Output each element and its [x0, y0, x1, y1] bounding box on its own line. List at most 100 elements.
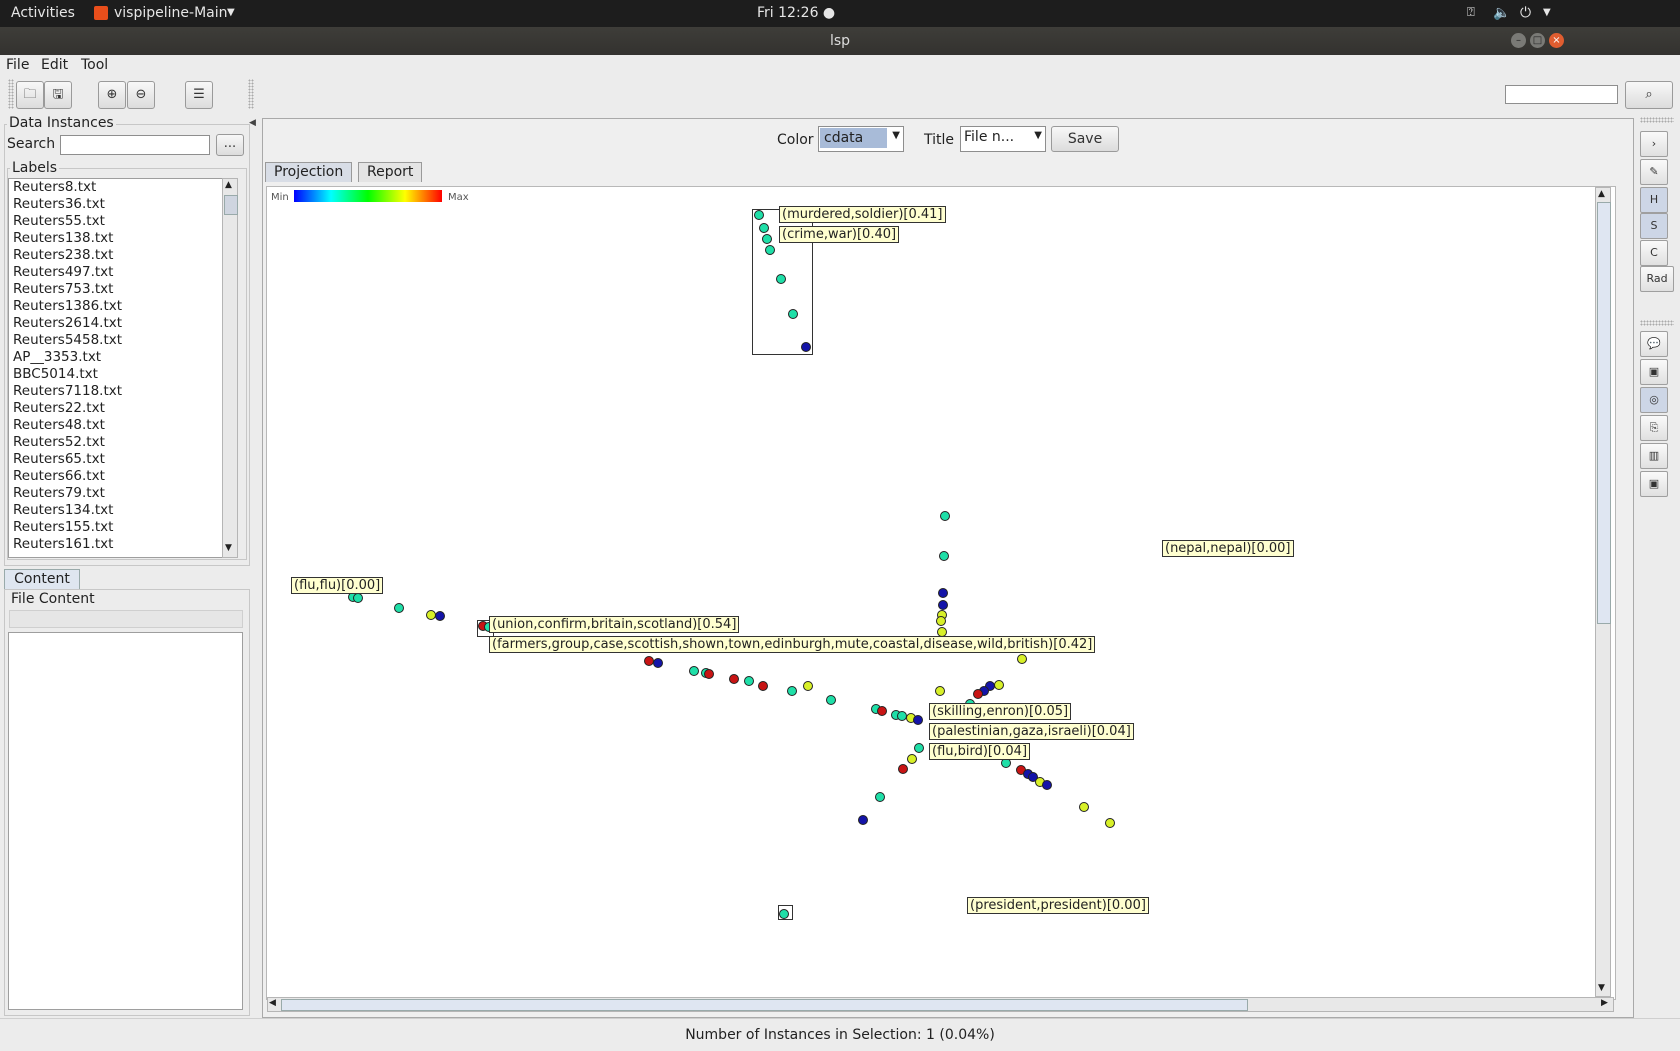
frame-icon[interactable]: ▣ — [1640, 359, 1668, 385]
network-icon[interactable]: ⍰ — [1467, 5, 1475, 20]
right-toolbar-grip-2[interactable] — [1640, 320, 1674, 326]
list-item[interactable]: Reuters65.txt — [9, 451, 222, 468]
plot-vertical-scrollbar[interactable] — [1595, 187, 1611, 997]
list-item[interactable]: BBC5014.txt — [9, 366, 222, 383]
zoom-in-icon[interactable]: ⊕ — [98, 81, 126, 109]
copy-icon[interactable]: ⎘ — [1640, 415, 1668, 441]
search-more-button[interactable]: ... — [216, 134, 244, 156]
plot-vertical-thumb[interactable] — [1597, 202, 1611, 624]
data-point[interactable] — [1017, 653, 1028, 664]
tab-projection[interactable]: Projection — [265, 162, 353, 182]
data-point[interactable] — [762, 233, 773, 244]
plot-horizontal-thumb[interactable] — [281, 999, 1248, 1011]
data-point[interactable] — [765, 244, 776, 255]
title-dropdown-arrow-icon[interactable]: ▼ — [1034, 130, 1042, 141]
toolbar-grip[interactable] — [8, 79, 14, 109]
columns-icon[interactable]: ▥ — [1640, 443, 1668, 469]
scroll-down-arrow-icon[interactable]: ▼ — [225, 543, 232, 553]
data-point[interactable] — [786, 686, 797, 697]
list-item[interactable]: Reuters7118.txt — [9, 383, 222, 400]
topic-label[interactable]: (president,president)[0.00] — [967, 897, 1149, 914]
menu-tool[interactable]: Tool — [81, 57, 108, 73]
title-select[interactable]: File n... ▼ — [960, 126, 1046, 152]
color-select[interactable]: cdata ▼ — [818, 126, 904, 152]
tab-content[interactable]: Content — [4, 569, 80, 589]
topic-label[interactable]: (flu,flu)[0.00] — [291, 577, 384, 594]
search-input[interactable] — [60, 135, 210, 155]
topic-label[interactable]: (skilling,enron)[0.05] — [929, 703, 1072, 720]
plot-horizontal-scrollbar[interactable] — [267, 997, 1614, 1012]
data-point[interactable] — [652, 658, 663, 669]
plot-scroll-left-icon[interactable]: ◀ — [269, 998, 276, 1008]
toolbar-grip-2[interactable] — [248, 79, 254, 109]
edit-icon[interactable]: ✎ — [1640, 159, 1668, 185]
topic-label[interactable]: (union,confirm,britain,scotland)[0.54] — [489, 616, 740, 633]
list-item[interactable]: Reuters1386.txt — [9, 298, 222, 315]
list-item[interactable]: Reuters161.txt — [9, 536, 222, 553]
find-input[interactable] — [1505, 85, 1618, 104]
topic-label[interactable]: (crime,war)[0.40] — [779, 226, 900, 243]
app-menu-arrow-icon[interactable]: ▼ — [227, 7, 235, 18]
plot-scroll-right-icon[interactable]: ▶ — [1601, 998, 1608, 1008]
list-item[interactable]: Reuters8.txt — [9, 179, 222, 196]
list-settings-icon[interactable]: ☰ — [185, 81, 213, 109]
clock[interactable]: Fri 12:26 ● — [757, 5, 835, 21]
list-item[interactable]: Reuters138.txt — [9, 230, 222, 247]
rad-toggle[interactable]: Rad — [1640, 266, 1674, 292]
labels-scrollbar[interactable] — [222, 178, 238, 558]
file-path-field[interactable] — [9, 610, 243, 628]
s-toggle[interactable]: S — [1640, 213, 1668, 239]
collapse-left-icon[interactable]: ◀ — [249, 118, 256, 128]
frame-icon-2[interactable]: ▣ — [1640, 471, 1668, 497]
file-content-text[interactable] — [8, 632, 243, 1010]
data-point[interactable] — [934, 686, 945, 697]
list-item[interactable]: Reuters22.txt — [9, 400, 222, 417]
list-item[interactable]: Reuters497.txt — [9, 264, 222, 281]
h-toggle[interactable]: H — [1640, 187, 1668, 213]
data-point[interactable] — [938, 551, 949, 562]
data-point[interactable] — [800, 342, 811, 353]
list-item[interactable]: Reuters5458.txt — [9, 332, 222, 349]
data-point[interactable] — [857, 814, 868, 825]
color-dropdown-arrow-icon[interactable]: ▼ — [892, 130, 900, 141]
list-item[interactable]: Reuters66.txt — [9, 468, 222, 485]
data-point[interactable] — [937, 587, 948, 598]
data-point[interactable] — [393, 602, 404, 613]
data-point[interactable] — [874, 792, 885, 803]
topic-label[interactable]: (murdered,soldier)[0.41] — [779, 206, 946, 223]
list-item[interactable]: Reuters52.txt — [9, 434, 222, 451]
scroll-up-arrow-icon[interactable]: ▲ — [225, 180, 232, 190]
list-item[interactable]: AP__3353.txt — [9, 349, 222, 366]
data-point[interactable] — [753, 210, 764, 221]
data-point[interactable] — [352, 592, 363, 603]
list-item[interactable]: Reuters134.txt — [9, 502, 222, 519]
data-point[interactable] — [802, 680, 813, 691]
data-point[interactable] — [1105, 817, 1115, 828]
menu-file[interactable]: File — [6, 57, 29, 73]
list-item[interactable]: Reuters155.txt — [9, 519, 222, 536]
zoom-out-icon[interactable]: ⊖ — [127, 81, 155, 109]
list-item[interactable]: Reuters753.txt — [9, 281, 222, 298]
topic-label[interactable]: (farmers,group,case,scottish,shown,town,… — [489, 636, 1096, 653]
find-binoculars-icon[interactable]: ⌕ — [1625, 81, 1673, 109]
power-icon[interactable]: ⏻ — [1520, 5, 1531, 21]
open-icon[interactable]: 🗀 — [16, 81, 44, 109]
target-icon[interactable]: ◎ — [1640, 387, 1668, 413]
right-toolbar-grip[interactable] — [1640, 117, 1674, 123]
system-menu-arrow-icon[interactable]: ▼ — [1543, 7, 1551, 18]
list-item[interactable]: Reuters238.txt — [9, 247, 222, 264]
volume-icon[interactable]: 🔈 — [1493, 5, 1510, 21]
save-icon[interactable]: 🖫 — [44, 81, 72, 109]
expand-right-icon[interactable]: › — [1640, 131, 1668, 157]
data-point[interactable] — [757, 680, 768, 691]
topic-label[interactable]: (palestinian,gaza,israeli)[0.04] — [929, 723, 1134, 740]
c-toggle[interactable]: C — [1640, 240, 1668, 266]
plot-scroll-up-icon[interactable]: ▲ — [1598, 189, 1605, 199]
data-point[interactable] — [425, 610, 436, 620]
data-point[interactable] — [993, 679, 1004, 690]
list-item[interactable]: Reuters48.txt — [9, 417, 222, 434]
topic-label[interactable]: (nepal,nepal)[0.00] — [1162, 540, 1294, 557]
data-point[interactable] — [776, 273, 787, 284]
minimize-icon[interactable]: – — [1511, 33, 1526, 48]
maximize-icon[interactable]: □ — [1530, 33, 1545, 48]
